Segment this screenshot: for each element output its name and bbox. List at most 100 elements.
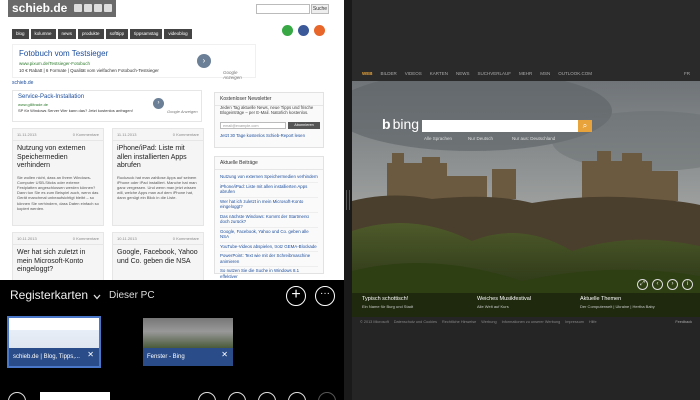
info-icon[interactable]: i — [682, 279, 693, 290]
recent-post-link[interactable]: Google, Facebook, Yahoo und Co. geben al… — [220, 228, 318, 243]
facebook-icon[interactable] — [298, 25, 309, 36]
bing-nav-item[interactable]: OUTLOOK.COM — [558, 71, 592, 76]
favorites-button[interactable] — [258, 392, 276, 400]
footer-link[interactable]: Informationen zu unserer Werbung — [502, 320, 561, 324]
ad-title: Service-Pack-Installation — [18, 94, 85, 100]
card-title[interactable]: Wer hat sich zuletzt in mein Microsoft-K… — [13, 245, 103, 275]
bing-nav-item[interactable]: SUCHVERLAUF — [477, 71, 511, 76]
zoom-icon[interactable]: ⤢ — [637, 279, 648, 290]
card-title[interactable]: Google, Facebook, Yahoo und Co. geben di… — [113, 245, 203, 266]
ad-banner[interactable]: Fotobuch vom Testsieger www.pixum.de/Tes… — [12, 44, 256, 80]
recent-post-link[interactable]: YouTube-Videos abspielen, trotz GEMA-Blo… — [220, 243, 318, 252]
recent-post-link[interactable]: Wer hat ich zuletzt in mein Microsoft-Ko… — [220, 198, 318, 213]
recent-post-link[interactable]: Nutzung von externen Speichermedien verh… — [220, 173, 318, 183]
next-image-icon[interactable]: › — [667, 279, 678, 290]
tabs-source[interactable]: Dieser PC — [109, 290, 155, 301]
card-date: 10.11.2013 — [117, 236, 137, 241]
footer-link[interactable]: Werbung — [481, 320, 496, 324]
footer-link[interactable]: Rechtliche Hinweise — [442, 320, 476, 324]
refresh-button[interactable] — [198, 392, 216, 400]
tab-thumbnail-schieb[interactable]: schieb.de | Blog, Tipps,... ✕ — [7, 316, 101, 368]
radio-all-languages[interactable]: Alle Sprachen — [424, 136, 452, 141]
bing-nav-item[interactable]: KARTEN — [430, 71, 448, 76]
previous-image-icon[interactable]: ‹ — [652, 279, 663, 290]
search-icon[interactable]: ⌕ — [578, 120, 592, 132]
page-tools-button[interactable] — [288, 392, 306, 400]
article-card[interactable]: 11.11.2013 0 Kommentare Nutzung von exter… — [12, 128, 104, 226]
feedback-link[interactable]: Feedback — [675, 320, 692, 324]
card-comments[interactable]: 0 Kommentare — [73, 236, 99, 241]
close-icon[interactable]: ✕ — [221, 350, 228, 359]
divider-grip[interactable] — [346, 190, 350, 210]
card-title[interactable]: iPhone/iPad: Liste mit allen installiert… — [113, 141, 203, 171]
nav-item[interactable]: blog — [12, 29, 29, 39]
tab-preview — [143, 318, 233, 348]
site-logo-text: schieb.de — [12, 1, 68, 15]
caption-sub: Ein Name für Burg und Stadt — [362, 304, 414, 309]
nav-item[interactable]: videoblog — [164, 29, 192, 39]
card-comments[interactable]: 0 Kommentare — [73, 132, 99, 137]
ad-arrow-icon[interactable]: › — [153, 98, 164, 109]
caption-title[interactable]: Weiches Musikfestival — [477, 296, 531, 302]
ad-brand: Google Anzeigen — [223, 70, 242, 80]
newsletter-email-input[interactable]: email@example.com — [220, 122, 286, 129]
recent-post-link[interactable]: PowerPoint: Text wie mit der Schreibmasc… — [220, 252, 318, 267]
bing-nav-item[interactable]: WEB — [362, 71, 373, 76]
tab-switcher: Registerkarten Dieser PC + ··· schieb.de… — [0, 280, 344, 400]
card-title[interactable]: Nutzung von externen Speichermedien verh… — [13, 141, 103, 171]
more-options-button[interactable]: ··· — [315, 286, 335, 306]
card-comments[interactable]: 0 Kommentare — [173, 236, 199, 241]
nav-item[interactable]: kolumne — [30, 29, 56, 39]
rss-icon[interactable] — [314, 25, 325, 36]
tabs-button[interactable] — [228, 392, 246, 400]
ad-arrow-icon[interactable]: › — [197, 54, 211, 68]
home-link[interactable]: schieb.de — [12, 80, 33, 86]
card-body: Sie wollen nicht, dass an Ihrem Windows-… — [17, 174, 99, 211]
footer-link[interactable]: Hilfe — [589, 320, 597, 324]
caption-title[interactable]: Aktuelle Themen — [580, 296, 621, 302]
forward-button[interactable] — [318, 392, 336, 400]
bing-nav-item[interactable]: MSN — [540, 71, 550, 76]
bing-nav-item[interactable]: NEWS — [456, 71, 470, 76]
nav-item[interactable]: softtipp — [105, 29, 129, 39]
bing-user[interactable]: FR — [684, 71, 690, 76]
ad-title: Fotobuch vom Testsieger — [19, 49, 109, 58]
bing-footer: © 2013 Microsoft Datenschutz und Cookies… — [352, 317, 700, 400]
tab-caption: schieb.de | Blog, Tipps,... — [9, 348, 99, 366]
nav-item[interactable]: produkte — [78, 29, 104, 39]
bing-nav-item[interactable]: VIDEOS — [405, 71, 422, 76]
close-icon[interactable]: ✕ — [87, 350, 94, 359]
bing-header — [352, 0, 700, 81]
recent-post-link[interactable]: iPhone/iPad: Liste mit allen installiert… — [220, 183, 318, 198]
bing-search-input[interactable] — [422, 120, 578, 132]
footer-link[interactable]: Impressum — [565, 320, 584, 324]
bing-nav-item[interactable]: BILDER — [381, 71, 397, 76]
tab-thumbnail-bing[interactable]: Fenster - Bing ✕ — [143, 318, 233, 366]
site-nav: blog kolumne news produkte softtipp tipp… — [12, 29, 192, 39]
split-divider[interactable] — [344, 0, 352, 400]
bing-nav-item[interactable]: MEHR — [519, 71, 532, 76]
newsletter-link[interactable]: Jetzt 30 Tage kostenlos Schieb-Report le… — [220, 133, 305, 138]
article-card[interactable]: 11.11.2013 0 Kommentare iPhone/iPad: List… — [112, 128, 204, 226]
site-logo[interactable]: schieb.de — [8, 0, 116, 17]
nav-item[interactable]: tippsamstag — [130, 29, 163, 39]
spotify-icon[interactable] — [282, 25, 293, 36]
left-browser-pane: schieb.de Suche blog kolumne news produk… — [0, 0, 344, 400]
card-comments[interactable]: 0 Kommentare — [173, 132, 199, 137]
site-search-input[interactable] — [256, 4, 310, 14]
footer-link[interactable]: Datenschutz und Cookies — [394, 320, 437, 324]
newsletter-box: Kostenloser Newsletter Jeden Tag aktuell… — [214, 92, 324, 148]
radio-germany[interactable]: Nur aus: Deutschland — [512, 136, 555, 141]
caption-title[interactable]: Typisch schottisch! — [362, 296, 408, 302]
bing-logo: b bing — [382, 116, 420, 132]
subscribe-button[interactable]: Abonnieren — [288, 122, 320, 129]
radio-german[interactable]: Nur Deutsch — [468, 136, 493, 141]
recent-post-link[interactable]: Das nächste Windows: Kommt der Startmenü… — [220, 213, 318, 228]
site-search-button[interactable]: Suche — [311, 4, 329, 14]
chevron-down-icon[interactable] — [93, 294, 101, 300]
ad-box[interactable]: Service-Pack-Installation www.gillitrade… — [12, 90, 202, 122]
new-tab-button[interactable]: + — [286, 286, 306, 306]
address-bar[interactable] — [40, 392, 110, 400]
back-button[interactable] — [8, 392, 26, 400]
nav-item[interactable]: news — [57, 29, 77, 39]
